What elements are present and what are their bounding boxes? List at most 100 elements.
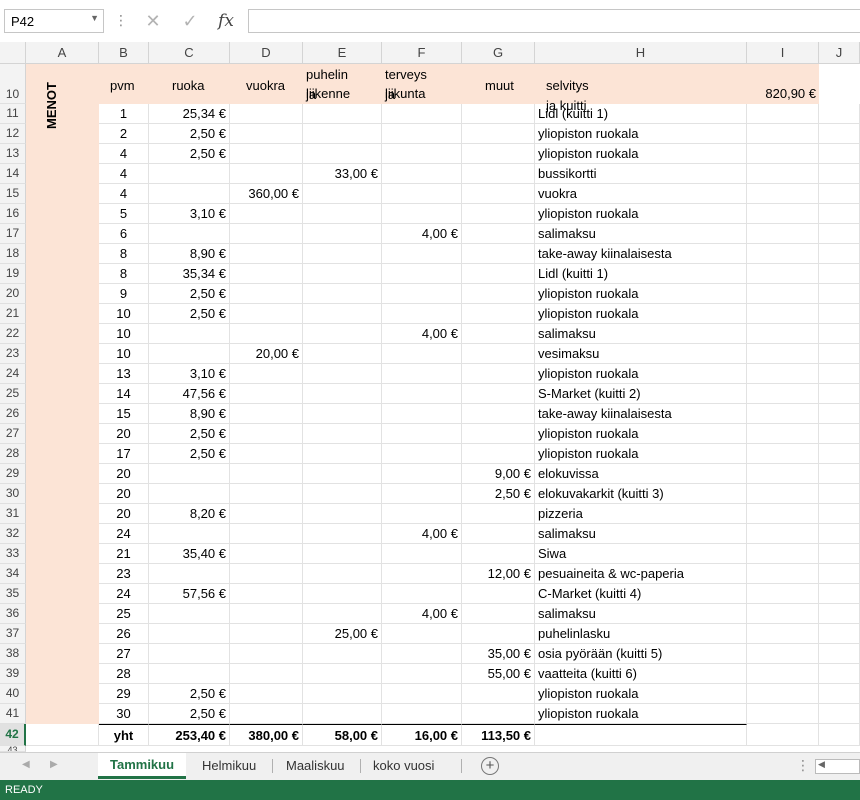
empty-cell[interactable] <box>819 484 860 504</box>
pvm-cell[interactable]: 17 <box>99 444 149 464</box>
pvm-cell[interactable]: 15 <box>99 404 149 424</box>
puhelin-cell[interactable] <box>303 224 382 244</box>
selvitys-cell[interactable]: S-Market (kuitti 2) <box>535 384 747 404</box>
ruoka-cell[interactable]: 57,56 € <box>149 584 230 604</box>
ruoka-cell[interactable]: 35,34 € <box>149 264 230 284</box>
empty-cell[interactable] <box>819 624 860 644</box>
empty-cell[interactable] <box>747 204 819 224</box>
selvitys-cell[interactable]: yliopiston ruokala <box>535 144 747 164</box>
selvitys-cell[interactable]: salimaksu <box>535 324 747 344</box>
ruoka-cell[interactable] <box>149 564 230 584</box>
vuokra-cell[interactable] <box>230 444 303 464</box>
puhelin-cell[interactable] <box>303 584 382 604</box>
puhelin-cell[interactable] <box>303 364 382 384</box>
terveys-cell[interactable]: 4,00 € <box>382 224 462 244</box>
empty-cell[interactable] <box>747 584 819 604</box>
muut-cell[interactable]: 9,00 € <box>462 464 535 484</box>
row-header[interactable]: 10 <box>0 64 26 104</box>
puhelin-cell[interactable] <box>303 284 382 304</box>
puhelin-cell[interactable] <box>303 404 382 424</box>
column-header-g[interactable]: G <box>462 42 535 64</box>
empty-cell[interactable] <box>819 344 860 364</box>
empty-cell[interactable] <box>819 644 860 664</box>
empty-cell[interactable] <box>747 404 819 424</box>
header-ruoka[interactable]: ruoka <box>169 76 208 96</box>
terveys-cell[interactable] <box>382 504 462 524</box>
pvm-cell[interactable]: 4 <box>99 184 149 204</box>
selvitys-cell[interactable]: puhelinlasku <box>535 624 747 644</box>
selvitys-cell[interactable]: yliopiston ruokala <box>535 444 747 464</box>
row-header[interactable]: 25 <box>0 384 26 404</box>
empty-cell[interactable] <box>819 684 860 704</box>
selvitys-cell[interactable]: yliopiston ruokala <box>535 684 747 704</box>
empty-cell[interactable] <box>819 704 860 724</box>
ruoka-cell[interactable]: 47,56 € <box>149 384 230 404</box>
vuokra-cell[interactable] <box>230 604 303 624</box>
row-header[interactable]: 39 <box>0 664 26 684</box>
empty-cell[interactable] <box>819 404 860 424</box>
muut-cell[interactable] <box>462 144 535 164</box>
vuokra-cell[interactable] <box>230 704 303 724</box>
terveys-cell[interactable] <box>382 164 462 184</box>
vuokra-cell[interactable] <box>230 424 303 444</box>
ruoka-cell[interactable]: 2,50 € <box>149 144 230 164</box>
pvm-cell[interactable]: 27 <box>99 644 149 664</box>
column-header-b[interactable]: B <box>99 42 149 64</box>
scroll-left-icon[interactable]: ◀ <box>818 759 825 770</box>
ruoka-cell[interactable] <box>149 224 230 244</box>
empty-cell[interactable] <box>819 544 860 564</box>
puhelin-cell[interactable] <box>303 384 382 404</box>
empty-cell[interactable] <box>747 164 819 184</box>
selvitys-cell[interactable]: bussikortti <box>535 164 747 184</box>
select-all-corner[interactable] <box>0 42 26 64</box>
vuokra-cell[interactable] <box>230 304 303 324</box>
row-header[interactable]: 13 <box>0 144 26 164</box>
empty-cell[interactable] <box>819 124 860 144</box>
terveys-cell[interactable] <box>382 104 462 124</box>
row-header[interactable]: 29 <box>0 464 26 484</box>
pvm-cell[interactable]: 9 <box>99 284 149 304</box>
puhelin-cell[interactable] <box>303 104 382 124</box>
vuokra-cell[interactable] <box>230 464 303 484</box>
muut-cell[interactable] <box>462 244 535 264</box>
pvm-cell[interactable]: 10 <box>99 344 149 364</box>
puhelin-cell[interactable]: 25,00 € <box>303 624 382 644</box>
puhelin-cell[interactable] <box>303 264 382 284</box>
empty-cell[interactable] <box>747 264 819 284</box>
terveys-cell[interactable] <box>382 444 462 464</box>
puhelin-cell[interactable] <box>303 424 382 444</box>
pvm-cell[interactable]: 24 <box>99 524 149 544</box>
row-header-selected[interactable]: 42 <box>0 724 26 746</box>
selvitys-cell[interactable]: yliopiston ruokala <box>535 704 747 724</box>
terveys-cell[interactable]: 4,00 € <box>382 524 462 544</box>
column-header-a[interactable]: A <box>26 42 99 64</box>
terveys-cell[interactable] <box>382 484 462 504</box>
pvm-cell[interactable]: 4 <box>99 144 149 164</box>
row-header[interactable]: 24 <box>0 364 26 384</box>
tab-scroll-right-icon[interactable]: ▶ <box>50 759 58 770</box>
selvitys-cell[interactable]: yliopiston ruokala <box>535 304 747 324</box>
horizontal-scrollbar[interactable]: ◀ <box>815 759 860 774</box>
empty-cell[interactable] <box>26 724 99 746</box>
pvm-cell[interactable]: 8 <box>99 264 149 284</box>
puhelin-cell[interactable] <box>303 464 382 484</box>
pvm-cell[interactable]: 5 <box>99 204 149 224</box>
selvitys-cell[interactable]: take-away kiinalaisesta <box>535 244 747 264</box>
row-header[interactable]: 31 <box>0 504 26 524</box>
ruoka-cell[interactable]: 35,40 € <box>149 544 230 564</box>
tab-maaliskuu[interactable]: Maaliskuu <box>274 753 357 779</box>
ruoka-cell[interactable] <box>149 344 230 364</box>
ruoka-cell[interactable] <box>149 324 230 344</box>
row-header[interactable]: 16 <box>0 204 26 224</box>
terveys-cell[interactable] <box>382 364 462 384</box>
empty-cell[interactable] <box>747 544 819 564</box>
empty-cell[interactable] <box>819 144 860 164</box>
muut-cell[interactable] <box>462 684 535 704</box>
empty-cell[interactable] <box>819 604 860 624</box>
empty-cell[interactable] <box>747 304 819 324</box>
pvm-cell[interactable]: 20 <box>99 484 149 504</box>
empty-cell[interactable] <box>819 304 860 324</box>
vuokra-cell[interactable] <box>230 204 303 224</box>
row-header[interactable]: 23 <box>0 344 26 364</box>
muut-cell[interactable] <box>462 444 535 464</box>
